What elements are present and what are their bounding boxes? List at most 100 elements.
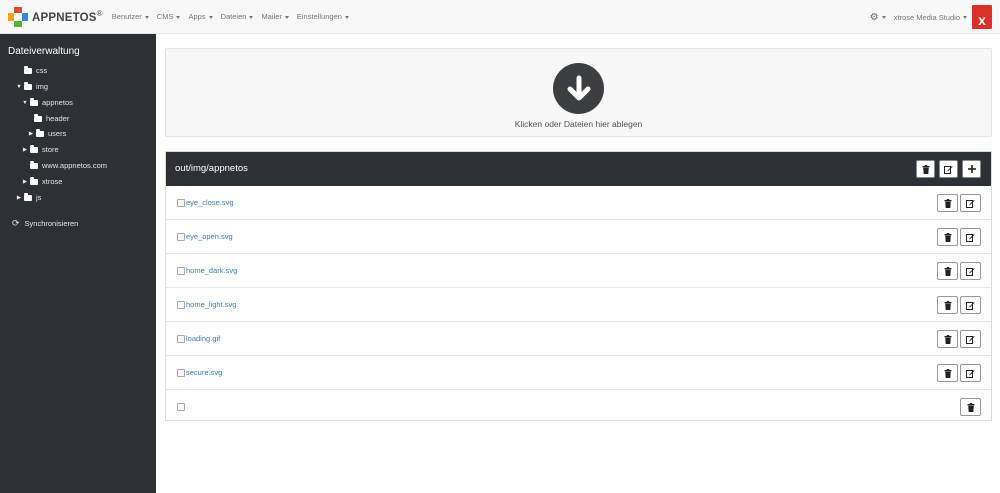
caret-down-icon [176,15,181,19]
caret-right-icon[interactable]: ▶ [22,147,28,153]
tree-item-css[interactable]: css [16,66,47,75]
delete-file-button[interactable] [937,364,958,382]
delete-file-button[interactable] [937,330,958,348]
file-checkbox[interactable] [177,233,185,241]
file-checkbox[interactable] [177,335,185,343]
edit-file-button[interactable] [960,330,981,348]
edit-file-button[interactable] [960,364,981,382]
caret-right-icon[interactable]: ▶ [28,131,34,137]
file-checkbox[interactable] [177,369,185,377]
tree-item-xtrose[interactable]: ▶ xtrose [22,177,62,186]
trash-icon [944,232,951,242]
edit-file-button[interactable] [960,194,981,212]
delete-file-button[interactable] [960,398,981,416]
main-nav: Benutzer CMS Apps Dateien Mailer Einstel… [112,12,357,21]
caret-down-icon [249,15,254,19]
folder-icon [30,98,38,106]
file-checkbox[interactable] [177,199,185,207]
folder-icon [30,161,38,169]
file-row: loading.gif [166,322,991,356]
refresh-icon: ⟳ [12,218,20,228]
studio-menu[interactable]: xtrose Media Studio [894,13,960,22]
folder-icon [36,129,44,137]
edit-file-button[interactable] [960,262,981,280]
file-checkbox[interactable] [177,301,185,309]
folder-icon [24,82,32,90]
tree-item-js[interactable]: ▶ js [16,193,41,202]
folder-icon [24,193,32,201]
caret-right-icon[interactable]: ▶ [16,195,22,201]
file-link[interactable]: loading.gif [186,334,220,343]
trash-icon [944,198,951,208]
nav-mailer[interactable]: Mailer [261,12,289,21]
trash-icon [922,164,929,174]
file-link[interactable]: home_dark.svg [186,266,237,275]
sync-button[interactable]: ⟳ Synchronisieren [12,218,78,229]
tree-item-img[interactable]: ▼ img [16,82,48,91]
current-path: out/img/appnetos [175,163,248,174]
file-checkbox[interactable] [177,403,185,411]
file-panel: out/img/appnetos eye_close.svg eye_open.… [165,151,992,421]
tree-item-store[interactable]: ▶ store [22,145,59,154]
brand-logo[interactable]: APPNETOS® [8,0,103,34]
logo-mark-icon [8,6,28,27]
delete-file-button[interactable] [937,194,958,212]
trash-icon [944,300,951,310]
tree-item-www-appnetos[interactable]: www.appnetos.com [22,161,107,170]
delete-file-button[interactable] [937,296,958,314]
file-link[interactable]: eye_close.svg [186,198,234,207]
caret-down-icon [284,15,289,19]
caret-down-icon[interactable] [881,15,886,19]
delete-file-button[interactable] [937,228,958,246]
trash-icon [944,368,951,378]
tree-item-header[interactable]: header [26,114,69,123]
file-row-empty [166,390,991,424]
caret-down-icon[interactable] [963,15,967,19]
trash-icon [967,402,974,412]
nav-dateien[interactable]: Dateien [221,12,254,21]
edit-icon [966,233,975,242]
folder-icon [30,145,38,153]
trash-icon [944,334,951,344]
file-row: eye_open.svg [166,220,991,254]
folder-icon [24,66,32,74]
sidebar-title: Dateiverwaltung [8,46,80,57]
caret-down-icon [144,15,149,19]
nav-benutzer[interactable]: Benutzer [112,12,149,21]
nav-cms[interactable]: CMS [157,12,181,21]
tree-item-appnetos[interactable]: ▼ appnetos [22,98,73,107]
file-row: eye_close.svg [166,186,991,220]
file-link[interactable]: eye_open.svg [186,232,233,241]
edit-folder-button[interactable] [939,160,958,178]
file-row: home_light.svg [166,288,991,322]
delete-folder-button[interactable] [916,160,935,178]
file-link[interactable]: home_light.svg [186,300,236,309]
caret-down-icon[interactable]: ▼ [22,100,28,106]
edit-icon [944,165,953,174]
add-button[interactable] [962,160,981,178]
upload-dropzone[interactable]: Klicken oder Dateien hier ablegen [165,48,992,137]
avatar[interactable]: x [972,5,992,29]
nav-apps[interactable]: Apps [188,12,213,21]
nav-einstellungen[interactable]: Einstellungen [297,12,349,21]
dropzone-text: Klicken oder Dateien hier ablegen [514,119,643,129]
tree-item-users[interactable]: ▶ users [28,129,66,138]
delete-file-button[interactable] [937,262,958,280]
edit-icon [966,301,975,310]
caret-down-icon[interactable]: ▼ [16,84,22,90]
folder-icon [30,177,38,185]
arrow-down-circle-icon [553,63,604,114]
edit-file-button[interactable] [960,228,981,246]
caret-down-icon [208,15,213,19]
gear-icon[interactable]: ⚙ [870,12,879,23]
edit-file-button[interactable] [960,296,981,314]
sidebar: Dateiverwaltung css ▼ img ▼ appnetos hea… [0,34,156,493]
edit-icon [966,267,975,276]
caret-right-icon[interactable]: ▶ [22,179,28,185]
file-checkbox[interactable] [177,267,185,275]
file-link[interactable]: secure.svg [186,368,222,377]
edit-icon [966,369,975,378]
edit-icon [966,199,975,208]
account-nav: ⚙ xtrose Media Studio x [870,0,992,34]
file-row: home_dark.svg [166,254,991,288]
